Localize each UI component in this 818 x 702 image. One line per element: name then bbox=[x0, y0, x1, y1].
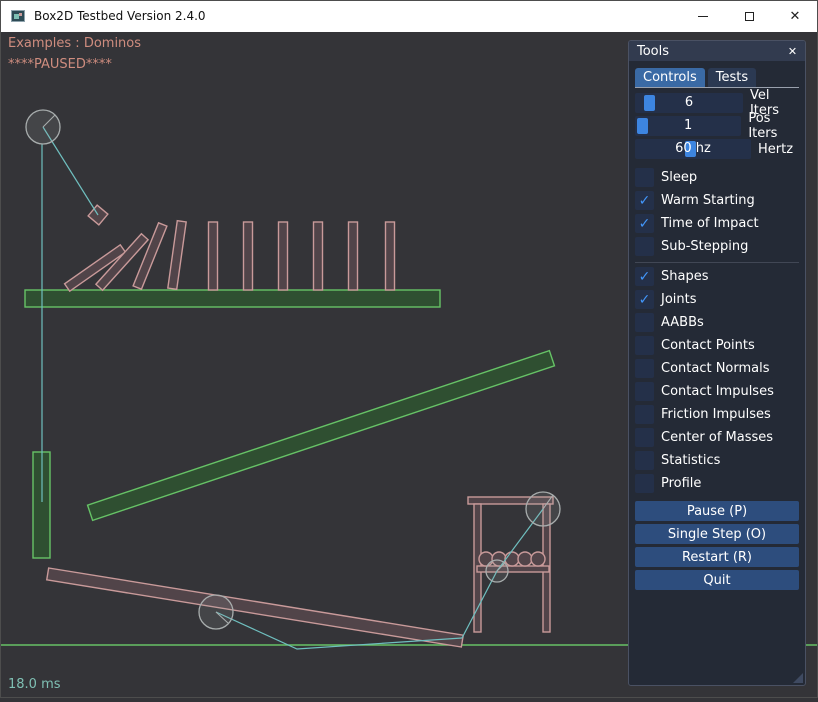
checkbox-label: Profile bbox=[661, 476, 701, 491]
tools-panel-titlebar[interactable]: Tools ✕ bbox=[629, 41, 805, 61]
quit-button[interactable]: Quit bbox=[635, 570, 799, 590]
tools-close-button[interactable]: ✕ bbox=[785, 44, 800, 59]
minimize-button[interactable] bbox=[680, 0, 726, 32]
checkbox-label: Sleep bbox=[661, 170, 697, 185]
checkbox-row-statistics[interactable]: ✓ Statistics bbox=[635, 451, 799, 470]
checkbox[interactable]: ✓ bbox=[635, 168, 654, 187]
slider-label: Pos Iters bbox=[748, 111, 799, 141]
checkbox[interactable]: ✓ bbox=[635, 267, 654, 286]
checkbox-row-center-of-masses[interactable]: ✓ Center of Masses bbox=[635, 428, 799, 447]
slider-value: 1 bbox=[635, 116, 741, 136]
frame-corner-circle bbox=[526, 492, 560, 526]
fallen-dominos bbox=[65, 221, 187, 291]
checkbox-row-contact-impulses[interactable]: ✓ Contact Impulses bbox=[635, 382, 799, 401]
slider-label: Hertz bbox=[758, 142, 793, 157]
checkbox-row-time-of-impact[interactable]: ✓ Time of Impact bbox=[635, 214, 799, 233]
checkbox-label: Time of Impact bbox=[661, 216, 759, 231]
checkbox-label: Contact Normals bbox=[661, 361, 770, 376]
maximize-icon bbox=[745, 12, 754, 21]
check-icon: ✓ bbox=[639, 194, 651, 208]
checkbox-row-contact-points[interactable]: ✓ Contact Points bbox=[635, 336, 799, 355]
close-button[interactable]: ✕ bbox=[772, 0, 818, 32]
domino-shelf bbox=[25, 290, 440, 307]
checkbox-label: Sub-Stepping bbox=[661, 239, 748, 254]
long-diagonal-plank bbox=[88, 351, 555, 521]
checkbox-row-shapes[interactable]: ✓ Shapes bbox=[635, 267, 799, 286]
window-title: Box2D Testbed Version 2.4.0 bbox=[34, 9, 206, 23]
checkbox[interactable]: ✓ bbox=[635, 313, 654, 332]
checkbox-label: Friction Impulses bbox=[661, 407, 771, 422]
checkbox[interactable]: ✓ bbox=[635, 382, 654, 401]
pause-button[interactable]: Pause (P) bbox=[635, 501, 799, 521]
vel-iters-row: 6 Vel Iters bbox=[635, 93, 799, 113]
example-name-label: Examples : Dominos bbox=[8, 36, 141, 51]
checkbox-label: AABBs bbox=[661, 315, 704, 330]
checkbox-label: Center of Masses bbox=[661, 430, 773, 445]
checkbox-label: Warm Starting bbox=[661, 193, 755, 208]
checkbox[interactable]: ✓ bbox=[635, 451, 654, 470]
check-icon: ✓ bbox=[639, 293, 651, 307]
restart-button[interactable]: Restart (R) bbox=[635, 547, 799, 567]
tab-bar: Controls Tests bbox=[635, 68, 799, 87]
checkbox-row-joints[interactable]: ✓ Joints bbox=[635, 290, 799, 309]
standing-dominos bbox=[209, 222, 395, 290]
os-titlebar: Box2D Testbed Version 2.4.0 ✕ bbox=[0, 0, 818, 32]
checkbox[interactable]: ✓ bbox=[635, 474, 654, 493]
checkbox-row-sub-stepping[interactable]: ✓ Sub-Stepping bbox=[635, 237, 799, 256]
separator bbox=[635, 262, 799, 263]
hertz-slider[interactable]: 60 hz bbox=[635, 139, 751, 159]
checkbox-label: Contact Impulses bbox=[661, 384, 774, 399]
maximize-button[interactable] bbox=[726, 0, 772, 32]
checkbox[interactable]: ✓ bbox=[635, 405, 654, 424]
checkbox[interactable]: ✓ bbox=[635, 191, 654, 210]
checkbox-label: Contact Points bbox=[661, 338, 755, 353]
tools-panel-title: Tools bbox=[637, 44, 785, 59]
checkbox-row-friction-impulses[interactable]: ✓ Friction Impulses bbox=[635, 405, 799, 424]
checkbox[interactable]: ✓ bbox=[635, 214, 654, 233]
vel-iters-slider[interactable]: 6 bbox=[635, 93, 743, 113]
slider-value: 60 hz bbox=[635, 139, 751, 159]
check-icon: ✓ bbox=[639, 270, 651, 284]
hertz-row: 60 hz Hertz bbox=[635, 139, 799, 159]
pos-iters-row: 1 Pos Iters bbox=[635, 116, 799, 136]
checkbox-row-warm-starting[interactable]: ✓ Warm Starting bbox=[635, 191, 799, 210]
checkbox-label: Statistics bbox=[661, 453, 720, 468]
checkbox-row-aabbs[interactable]: ✓ AABBs bbox=[635, 313, 799, 332]
tools-panel: Tools ✕ Controls Tests 6 Vel Iters 1 Pos… bbox=[628, 40, 806, 686]
checkbox[interactable]: ✓ bbox=[635, 336, 654, 355]
checkbox[interactable]: ✓ bbox=[635, 290, 654, 309]
pos-iters-slider[interactable]: 1 bbox=[635, 116, 741, 136]
checkbox-label: Shapes bbox=[661, 269, 708, 284]
checkbox-label: Joints bbox=[661, 292, 697, 307]
checkbox-row-profile[interactable]: ✓ Profile bbox=[635, 474, 799, 493]
close-icon: ✕ bbox=[790, 10, 801, 23]
slider-value: 6 bbox=[635, 93, 743, 113]
bottom-plank bbox=[47, 568, 464, 647]
resize-grip[interactable] bbox=[793, 673, 803, 683]
checkbox[interactable]: ✓ bbox=[635, 359, 654, 378]
checkbox[interactable]: ✓ bbox=[635, 237, 654, 256]
checkbox-row-contact-normals[interactable]: ✓ Contact Normals bbox=[635, 359, 799, 378]
checkbox-row-sleep[interactable]: ✓ Sleep bbox=[635, 168, 799, 187]
small-pulley-circle bbox=[486, 560, 508, 582]
tab-controls[interactable]: Controls bbox=[635, 68, 705, 87]
frame-time-label: 18.0 ms bbox=[8, 677, 61, 692]
single-step-button[interactable]: Single Step (O) bbox=[635, 524, 799, 544]
app-icon bbox=[10, 8, 26, 24]
tab-tests[interactable]: Tests bbox=[708, 68, 756, 87]
checkbox[interactable]: ✓ bbox=[635, 428, 654, 447]
pendulum-anchor-circle bbox=[26, 110, 60, 144]
minimize-icon bbox=[698, 16, 708, 17]
paused-label: ****PAUSED**** bbox=[8, 57, 112, 72]
mid-wheel-circle bbox=[199, 595, 233, 629]
check-icon: ✓ bbox=[639, 217, 651, 231]
